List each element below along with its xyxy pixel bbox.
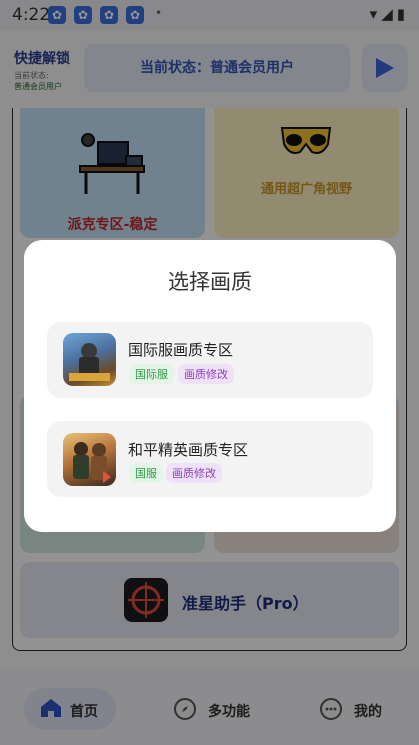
tag-region: 国服 (129, 463, 163, 483)
pubg-icon (63, 333, 116, 386)
tag-region: 国际服 (129, 364, 174, 384)
tag-quality: 画质修改 (166, 463, 222, 483)
tag-quality: 画质修改 (178, 364, 234, 384)
option-peace-elite-title: 和平精英画质专区 (128, 441, 249, 459)
dialog-title: 选择画质 (168, 270, 252, 294)
option-international-title: 国际服画质专区 (128, 341, 234, 359)
peace-elite-icon (63, 433, 116, 486)
